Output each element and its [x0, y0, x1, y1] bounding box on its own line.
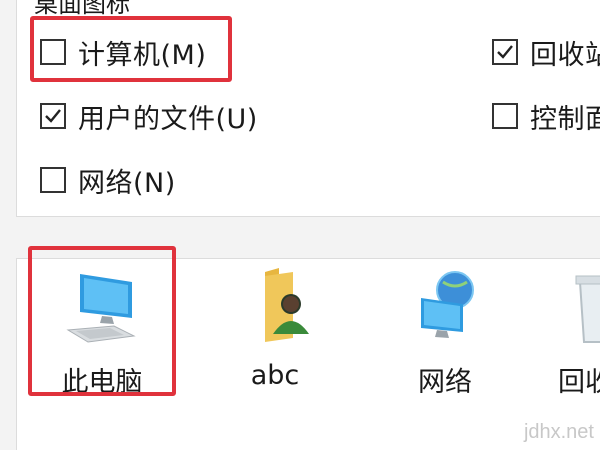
checkbox-box-checked[interactable]: [492, 39, 518, 65]
checkbox-network[interactable]: 网络(N): [40, 160, 176, 200]
checkbox-box[interactable]: [492, 103, 518, 129]
checkbox-recycle-bin[interactable]: 回收站: [492, 32, 600, 72]
checkbox-label: 计算机(M): [78, 39, 207, 71]
preview-icon-network[interactable]: 网络: [385, 268, 505, 399]
group-title: 桌面图标: [34, 0, 130, 18]
recycle-bin-icon: [575, 275, 600, 343]
desktop-icon-settings: 桌面图标 计算机(M) 用户的文件(U) 网络(N) 回收站 控制面 此电脑 a…: [0, 0, 600, 450]
preview-icon-recycle-bin[interactable]: 回收: [540, 268, 600, 399]
preview-icon-user-folder[interactable]: abc: [215, 268, 335, 391]
checkbox-label: 控制面: [530, 103, 600, 135]
checkbox-box-checked[interactable]: [40, 103, 66, 129]
checkbox-box[interactable]: [40, 167, 66, 193]
checkbox-control-panel[interactable]: 控制面: [492, 96, 600, 136]
network-icon: [421, 271, 474, 338]
checkbox-computer[interactable]: 计算机(M): [40, 32, 206, 72]
user-folder-icon: [265, 268, 309, 342]
icon-label: 回收: [558, 367, 600, 398]
icon-label: 网络: [418, 367, 472, 398]
checkbox-label: 用户的文件(U): [78, 103, 258, 135]
checkbox-box[interactable]: [40, 39, 66, 65]
icon-label: 此电脑: [61, 367, 143, 398]
checkmark-icon: [45, 109, 61, 123]
preview-icon-this-pc[interactable]: 此电脑: [42, 268, 162, 399]
checkbox-label: 回收站: [530, 39, 600, 71]
icon-label: abc: [250, 360, 300, 391]
computer-icon: [66, 274, 136, 343]
checkbox-label: 网络(N): [78, 167, 176, 199]
checkbox-user-files[interactable]: 用户的文件(U): [40, 96, 258, 136]
watermark: jdhx.net: [523, 421, 594, 443]
checkmark-icon: [497, 45, 513, 59]
